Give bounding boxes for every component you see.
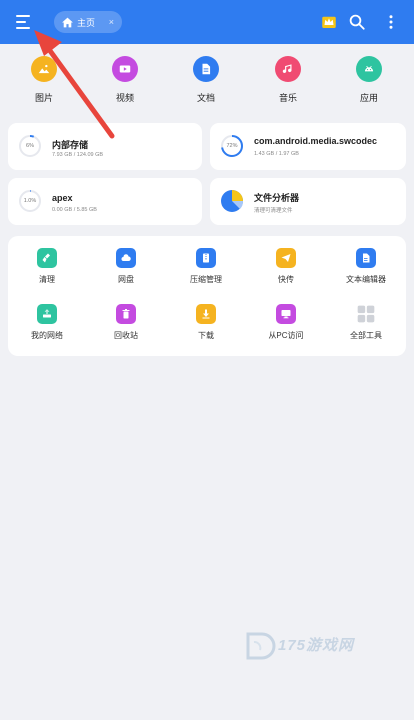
category-label: 应用 [359, 93, 378, 103]
storage-card-apex[interactable]: 1.0% apex 0.00 GB / 5.85 GB [8, 178, 202, 225]
tool-text-editor[interactable]: 文本编辑器 [331, 248, 401, 285]
storage-size: 1.43 GB / 1.97 GB [254, 151, 299, 157]
file-analyzer-card[interactable]: 文件分析器 清理可清理文件 [210, 178, 406, 225]
home-icon [62, 17, 73, 27]
tool-label: 下载 [198, 331, 214, 340]
tab-home-label: 主页 [77, 17, 96, 28]
network-icon [37, 304, 57, 324]
trash-icon [116, 304, 136, 324]
tab-close-icon[interactable]: × [109, 15, 114, 29]
analyzer-subtitle: 清理可清理文件 [254, 208, 293, 214]
watermark-text: 175游戏网 [278, 637, 355, 654]
tool-all-tools[interactable]: 全部工具 [331, 304, 401, 341]
category-row: 图片 视频 文档 音乐 应用 [0, 56, 414, 112]
tool-zip-manager[interactable]: 压缩管理 [171, 248, 241, 285]
image-icon [31, 56, 57, 82]
video-icon [112, 56, 138, 82]
tool-label: 全部工具 [350, 331, 382, 340]
tool-label: 从PC访问 [268, 331, 304, 340]
storage-percent: 72% [226, 143, 238, 149]
zip-icon [196, 248, 216, 268]
search-icon[interactable] [348, 13, 366, 31]
tool-quick-send[interactable]: 快传 [251, 248, 321, 285]
pie-chart-icon [221, 190, 244, 212]
category-label: 音乐 [278, 93, 297, 103]
tools-panel: 清理 网盘 压缩管理 快传 文本编辑器 我的网络 回收站 下载 从PC访问 全部… [8, 236, 406, 356]
menu-icon[interactable] [14, 12, 34, 32]
tool-label: 回收站 [114, 331, 138, 340]
tool-label: 清理 [39, 275, 55, 284]
storage-size: 7.93 GB / 124.09 GB [52, 152, 104, 158]
broom-icon [37, 248, 57, 268]
tool-label: 我的网络 [31, 331, 63, 340]
tool-label: 压缩管理 [190, 275, 222, 284]
grid-icon [356, 304, 376, 324]
top-app-bar: 主页 × [0, 0, 414, 44]
text-file-icon [356, 248, 376, 268]
storage-card-swcodec[interactable]: 72% com.android.media.swcodec 1.43 GB / … [210, 123, 406, 170]
tool-download[interactable]: 下载 [171, 304, 241, 341]
more-vertical-icon[interactable] [382, 13, 400, 31]
storage-title: apex [52, 193, 73, 203]
tool-label: 快传 [278, 275, 294, 284]
category-label: 图片 [34, 93, 53, 103]
tool-cloud-drive[interactable]: 网盘 [91, 248, 161, 285]
category-label: 文档 [196, 93, 215, 103]
tool-label: 文本编辑器 [346, 275, 386, 284]
tool-clean[interactable]: 清理 [12, 248, 82, 285]
category-apps[interactable]: 应用 [334, 56, 404, 104]
category-videos[interactable]: 视频 [90, 56, 160, 104]
tool-my-network[interactable]: 我的网络 [12, 304, 82, 341]
tool-recycle-bin[interactable]: 回收站 [91, 304, 161, 341]
storage-size: 0.00 GB / 5.85 GB [52, 207, 97, 213]
crown-icon[interactable] [320, 13, 338, 31]
download-icon [196, 304, 216, 324]
pc-icon [276, 304, 296, 324]
android-icon [356, 56, 382, 82]
music-icon [275, 56, 301, 82]
analyzer-title: 文件分析器 [254, 193, 300, 203]
category-documents[interactable]: 文档 [171, 56, 241, 104]
storage-percent: 6% [26, 143, 34, 149]
storage-card-internal[interactable]: 6% 内部存储 7.93 GB / 124.09 GB [8, 123, 202, 170]
cloud-icon [116, 248, 136, 268]
category-music[interactable]: 音乐 [253, 56, 323, 104]
storage-percent: 1.0% [23, 198, 37, 204]
category-images[interactable]: 图片 [9, 56, 79, 104]
storage-title: com.android.media.swcodec [254, 136, 378, 146]
document-icon [193, 56, 219, 82]
tab-home[interactable]: 主页 × [54, 11, 122, 33]
tool-access-from-pc[interactable]: 从PC访问 [251, 304, 321, 341]
send-icon [276, 248, 296, 268]
storage-title: 内部存储 [52, 140, 89, 150]
tool-label: 网盘 [118, 275, 134, 284]
category-label: 视频 [115, 93, 134, 103]
